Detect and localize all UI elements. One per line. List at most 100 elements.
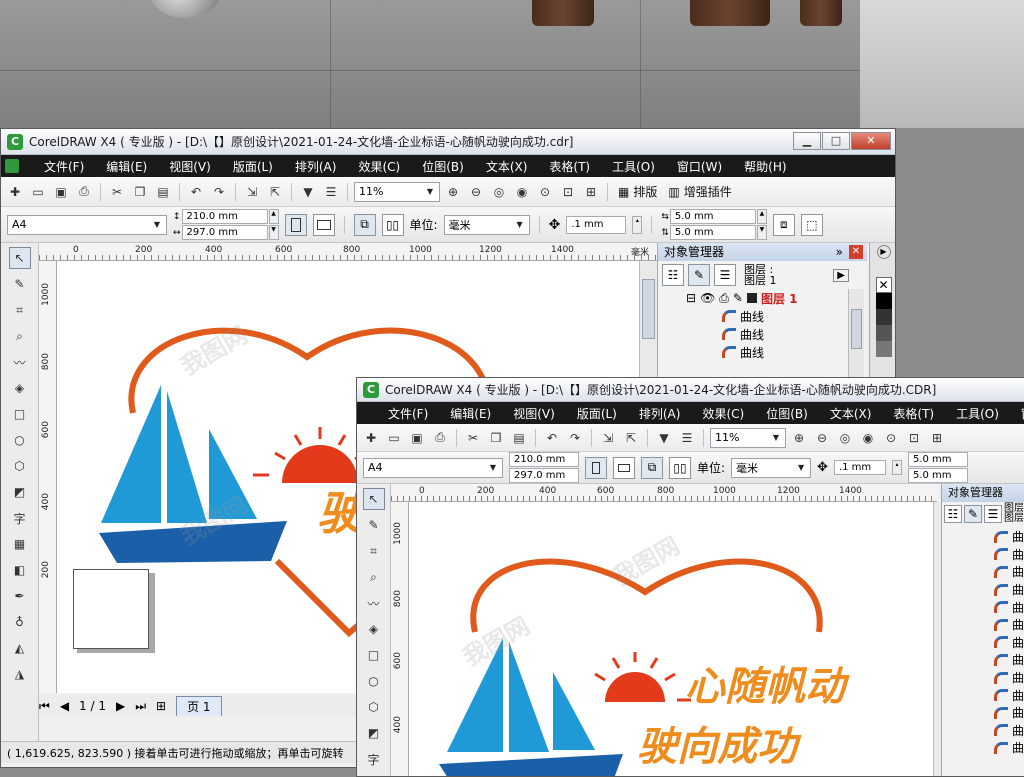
paper-size-select[interactable]: A4 ▼: [7, 214, 167, 235]
menu-view[interactable]: 视图(V): [158, 158, 222, 175]
crop-tool-icon[interactable]: ⌗: [9, 299, 31, 321]
welcome-screen-icon[interactable]: ☰: [321, 182, 341, 202]
page-height-field[interactable]: 297.0 mm: [181, 225, 268, 240]
rectangle-tool-icon[interactable]: □: [9, 403, 31, 425]
cut-icon[interactable]: ✂: [107, 182, 127, 202]
interactive-blend-icon[interactable]: ◧: [9, 559, 31, 581]
zoom-page-icon[interactable]: ⊙: [881, 428, 901, 448]
menu-effects[interactable]: 效果(C): [347, 158, 411, 175]
paste-icon[interactable]: ▤: [153, 182, 173, 202]
menu-edit[interactable]: 编辑(E): [95, 158, 158, 175]
zoom-width-icon[interactable]: ⊡: [558, 182, 578, 202]
zoom-selected-icon[interactable]: ◎: [835, 428, 855, 448]
menu-file[interactable]: 文件(F): [33, 158, 95, 175]
pick-tool-icon[interactable]: ↖: [362, 488, 385, 510]
units-button[interactable]: ⧈: [772, 213, 795, 236]
collapse-icon[interactable]: »: [836, 243, 843, 261]
scroll-thumb[interactable]: [642, 279, 655, 339]
tree-item[interactable]: 曲线: [942, 581, 1024, 599]
menu-text[interactable]: 文本(X): [475, 158, 539, 175]
drawing-canvas[interactable]: 心随帆动 驶向成功 我图网 我图网: [409, 502, 933, 776]
current-page-button[interactable]: ▯▯: [669, 456, 691, 479]
menu-text[interactable]: 文本(X): [819, 405, 883, 422]
redo-icon[interactable]: ↷: [209, 182, 229, 202]
first-page-icon[interactable]: ⏮: [39, 699, 50, 714]
print-icon[interactable]: ⎙: [74, 182, 94, 202]
redo-icon[interactable]: ↷: [565, 428, 585, 448]
tree-item[interactable]: 曲线: [942, 546, 1024, 564]
tree-item[interactable]: 曲线: [942, 634, 1024, 652]
menu-tools[interactable]: 工具(O): [601, 158, 666, 175]
copy-icon[interactable]: ❐: [130, 182, 150, 202]
nudge-field[interactable]: .1 mm: [566, 215, 627, 234]
import-icon[interactable]: ⇲: [242, 182, 262, 202]
landscape-button[interactable]: [613, 456, 635, 479]
rectangle-tool-icon[interactable]: □: [363, 644, 385, 666]
treat-as-filled-button[interactable]: ⬚: [800, 213, 823, 236]
spin-up-icon[interactable]: ▲: [268, 209, 279, 224]
flyout-arrow-icon[interactable]: ▶: [833, 268, 849, 282]
paper-size-select[interactable]: A4 ▼: [363, 457, 503, 478]
menu-edit[interactable]: 编辑(E): [439, 405, 502, 422]
palette-scroll-up-icon[interactable]: ▶: [876, 245, 891, 259]
zoom-out-icon[interactable]: ⊖: [466, 182, 486, 202]
paste-icon[interactable]: ▤: [509, 428, 529, 448]
page-width-field[interactable]: 210.0 mm: [509, 452, 579, 467]
menu-layout[interactable]: 版面(L): [222, 158, 284, 175]
page-width-field[interactable]: 210.0 mm: [181, 209, 268, 224]
show-properties-icon[interactable]: ☷: [662, 264, 684, 286]
spin-down-icon[interactable]: ▼: [756, 225, 767, 240]
layout-button[interactable]: ▦ 排版: [614, 183, 661, 200]
tree-item[interactable]: 曲线: [658, 325, 848, 343]
portrait-button[interactable]: [585, 456, 607, 479]
zoom-select[interactable]: 11% ▼: [710, 427, 786, 448]
basic-shapes-icon[interactable]: ◩: [9, 481, 31, 503]
docker-scroll-thumb[interactable]: [851, 309, 862, 349]
all-pages-button[interactable]: ⧉: [641, 456, 663, 479]
menu-view[interactable]: 视图(V): [502, 405, 566, 422]
menu-table[interactable]: 表格(T): [882, 405, 945, 422]
spin-icon[interactable]: ▴: [891, 460, 902, 475]
zoom-selected-icon[interactable]: ◎: [489, 182, 509, 202]
portrait-button[interactable]: [284, 213, 307, 236]
minimize-button[interactable]: ▁: [793, 132, 821, 150]
show-properties-icon[interactable]: ☷: [944, 505, 962, 523]
tree-item[interactable]: 曲线: [658, 307, 848, 325]
color-swatch-gray70[interactable]: [875, 325, 892, 341]
polygon-tool-icon[interactable]: ⬡: [363, 696, 385, 718]
maximize-button[interactable]: □: [822, 132, 850, 150]
visibility-eye-icon[interactable]: 👁: [700, 291, 715, 305]
freehand-tool-icon[interactable]: 〰: [9, 351, 31, 373]
smart-fill-icon[interactable]: ◈: [9, 377, 31, 399]
tree-item[interactable]: 曲线: [942, 598, 1024, 616]
new-document-icon[interactable]: ✚: [5, 182, 25, 202]
add-page-icon[interactable]: ⊞: [156, 699, 166, 713]
zoom-tool-icon[interactable]: ⌕: [363, 566, 385, 588]
open-folder-icon[interactable]: ▭: [28, 182, 48, 202]
docker-close-icon[interactable]: ✕: [849, 245, 863, 259]
zoom-tool-icon[interactable]: ⌕: [9, 325, 31, 347]
tree-item[interactable]: 曲线: [942, 528, 1024, 546]
menu-tools[interactable]: 工具(O): [945, 405, 1010, 422]
open-folder-icon[interactable]: ▭: [384, 428, 404, 448]
polygon-tool-icon[interactable]: ⬡: [9, 455, 31, 477]
undo-icon[interactable]: ↶: [186, 182, 206, 202]
menu-window[interactable]: 窗口(W): [666, 158, 733, 175]
page-tab[interactable]: 页 1: [176, 696, 222, 716]
no-fill-swatch[interactable]: ✕: [875, 277, 892, 293]
zoom-select[interactable]: 11% ▼: [354, 181, 440, 202]
unit-select[interactable]: 毫米 ▼: [443, 214, 530, 235]
tree-item[interactable]: 曲线: [942, 704, 1024, 722]
interactive-fill-icon[interactable]: ◮: [9, 663, 31, 685]
shape-tool-icon[interactable]: ✎: [363, 514, 385, 536]
application-launcher-icon[interactable]: ▼: [298, 182, 318, 202]
plugin-button[interactable]: ▥ 增强插件: [664, 183, 735, 200]
menu-arrange[interactable]: 排列(A): [628, 405, 692, 422]
export-icon[interactable]: ⇱: [265, 182, 285, 202]
print-toggle-icon[interactable]: ⎙: [719, 291, 729, 306]
collapse-toggle-icon[interactable]: ⊟: [686, 291, 696, 305]
eyedropper-icon[interactable]: ✒: [9, 585, 31, 607]
layer-manager-view-icon[interactable]: ☰: [714, 264, 736, 286]
zoom-all-icon[interactable]: ◉: [512, 182, 532, 202]
text-tool-icon[interactable]: 字: [9, 507, 31, 529]
